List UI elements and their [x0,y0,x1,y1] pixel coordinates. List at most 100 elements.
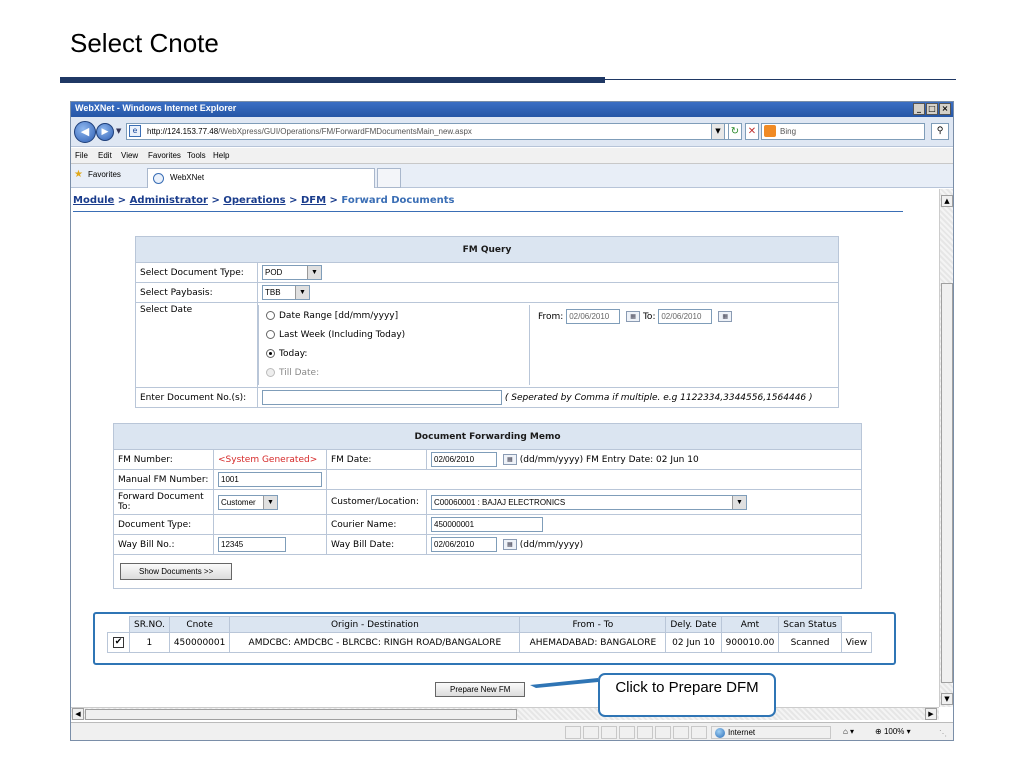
show-documents-button[interactable]: Show Documents >> [120,563,233,580]
tab-webxnet[interactable]: WebXNet [147,168,375,188]
close-window-button[interactable]: × [939,103,951,115]
status-bar: Internet ⌂ ▾ ⊕ 100% ▾ ⋱ [71,722,953,740]
history-dropdown-icon[interactable]: ▼ [116,127,121,135]
date-range-fields: From: 02/06/2010 ▦ To: 02/06/2010 ▦ [538,309,733,324]
zone-label: Internet [728,728,756,737]
scroll-up-icon[interactable]: ▲ [941,195,953,207]
menu-tools[interactable]: Tools [187,151,206,160]
crumb-dfm[interactable]: DFM [301,195,326,206]
doc-type-value: POD [265,268,283,277]
waybill-no-label: Way Bill No.: [113,534,214,555]
radio-today-row: Today: [266,349,307,359]
ie-page-icon: e [129,125,141,137]
radio-today[interactable] [266,349,275,358]
forward-button[interactable]: ▶ [96,123,114,141]
favorites-bar: ★ Favorites WebXNet [71,164,953,188]
favorites-star-icon[interactable]: ★ [74,169,83,180]
status-cell [655,726,671,739]
waybill-date-format: (dd/mm/yyyy) [519,540,584,550]
from-date-input[interactable]: 02/06/2010 [566,309,621,324]
forward-to-value: Customer [221,497,256,507]
vertical-scroll-thumb[interactable] [941,283,953,683]
zoom-control[interactable]: ⊕ 100% ▾ [875,727,911,736]
window-controls: _ □ × [913,103,951,115]
radio-till-row: Till Date: [266,368,319,378]
manual-fm-input[interactable]: 1001 [218,472,322,487]
fm-date-input[interactable]: 02/06/2010 [431,452,497,467]
zone-indicator[interactable]: Internet [711,726,831,739]
radio-date-range-label: Date Range [dd/mm/yyyy] [279,311,399,321]
callout-note: Click to Prepare DFM [598,673,776,717]
address-dropdown-icon[interactable]: ▼ [711,123,725,140]
status-cell [565,726,581,739]
status-cell [673,726,689,739]
radio-last-week[interactable] [266,330,275,339]
to-date-input[interactable]: 02/06/2010 [658,309,713,324]
fm-number-value: <System Generated> [213,449,327,470]
stop-icon[interactable]: ✕ [745,123,759,140]
paybasis-label: Select Paybasis: [135,282,258,303]
menu-file[interactable]: File [75,151,88,160]
search-go-icon[interactable]: ⚲ [931,123,949,140]
status-cell [637,726,653,739]
courier-name-input[interactable]: 450000001 [431,517,543,532]
prepare-new-fm-button[interactable]: Prepare New FM [435,682,526,697]
refresh-icon[interactable]: ↻ [728,123,742,140]
waybill-date-input[interactable]: 02/06/2010 [431,537,497,552]
calendar-icon[interactable]: ▦ [718,311,733,322]
back-button[interactable]: ◀ [74,121,96,143]
calendar-icon[interactable]: ▦ [626,311,641,322]
minimize-button[interactable]: _ [913,103,925,115]
paybasis-value: TBB [265,288,281,297]
protected-mode-icon[interactable]: ⌂ ▾ [843,727,854,736]
crumb-module[interactable]: Module [73,195,114,206]
document-numbers-input[interactable] [262,390,502,405]
crumb-operations[interactable]: Operations [223,195,285,206]
calendar-icon[interactable]: ▦ [502,539,517,550]
breadcrumb-rule [73,211,903,212]
scroll-right-icon[interactable]: ▶ [925,708,937,720]
horizontal-scroll-thumb[interactable] [85,709,517,720]
calendar-icon[interactable]: ▦ [502,454,517,465]
zoom-icon: ⊕ [875,727,884,736]
radio-date-range-row: Date Range [dd/mm/yyyy] [266,311,398,321]
cnote-row-highlight [93,612,896,665]
resize-grip-icon[interactable]: ⋱ [939,729,947,738]
maximize-button[interactable]: □ [926,103,938,115]
favorites-label[interactable]: Favorites [88,170,121,179]
crumb-administrator[interactable]: Administrator [130,195,208,206]
crumb-sep: > [117,195,127,206]
radio-date-range[interactable] [266,311,275,320]
horizontal-scrollbar[interactable]: ◀ ▶ [71,707,939,720]
menu-view[interactable]: View [121,151,138,160]
address-bar[interactable]: http://124.153.77.48/WebXpress/GUI/Opera… [126,123,736,140]
title-rule-thin [605,79,956,80]
chevron-down-icon: ▼ [732,495,746,509]
waybill-no-input[interactable]: 12345 [218,537,286,552]
chevron-down-icon: ▼ [263,495,277,509]
chevron-down-icon: ▼ [307,266,321,279]
crumb-sep: > [329,195,338,206]
forward-to-select[interactable]: Customer ▼ [218,494,278,510]
menu-favorites[interactable]: Favorites [148,151,181,160]
status-cell [619,726,635,739]
paybasis-select[interactable]: TBB ▼ [262,285,310,300]
menu-edit[interactable]: Edit [98,151,112,160]
breadcrumb: Module > Administrator > Operations > DF… [73,195,454,206]
menu-bar: File Edit View Favorites Tools Help [71,148,953,164]
scroll-down-icon[interactable]: ▼ [941,693,953,705]
doc-type-select[interactable]: POD ▼ [262,265,322,280]
new-tab-button[interactable] [377,168,401,188]
globe-icon [715,728,725,738]
window-titlebar: WebXNet - Windows Internet Explorer _ □ … [71,102,953,117]
from-label: From: [538,312,564,322]
customer-select[interactable]: C00060001 : BAJAJ ELECTRONICS ▼ [431,494,747,510]
status-cell [583,726,599,739]
vertical-scrollbar[interactable]: ▲ ▼ [939,189,953,707]
menu-help[interactable]: Help [213,151,229,160]
search-input[interactable]: Bing [761,123,925,140]
scroll-left-icon[interactable]: ◀ [72,708,84,720]
fm-entry-label: FM Entry Date: [585,455,654,465]
fm-entry-value: 02 Jun 10 [656,455,699,465]
docno-hint: ( Seperated by Comma if multiple. e.g 11… [504,393,813,403]
